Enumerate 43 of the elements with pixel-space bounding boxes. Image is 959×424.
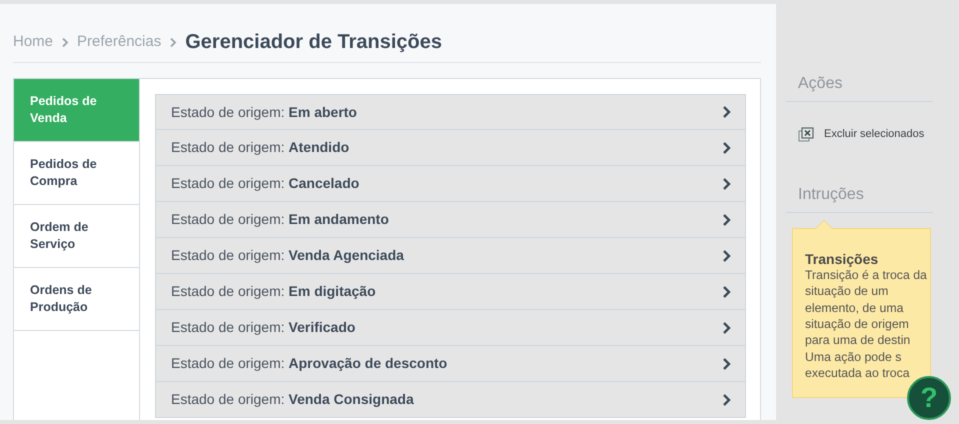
transition-row[interactable]: Estado de origem: Em andamento xyxy=(155,202,746,238)
row-label: Estado de origem: Venda Consignada xyxy=(171,390,414,409)
chevron-right-icon xyxy=(722,176,731,190)
delete-icon xyxy=(798,126,814,142)
transition-row[interactable]: Estado de origem: Aprovação de desconto xyxy=(155,346,746,382)
chevron-right-icon xyxy=(722,392,731,406)
row-label: Estado de origem: Em aberto xyxy=(171,102,357,122)
page-title: Gerenciador de Transições xyxy=(185,30,442,54)
transition-row[interactable]: Estado de origem: Cancelado xyxy=(155,166,746,202)
section-heading: Intruções xyxy=(786,142,933,213)
chevron-right-icon xyxy=(722,105,731,119)
chevron-right-icon xyxy=(722,212,731,226)
transition-row[interactable]: Estado de origem: Em digitação xyxy=(155,274,746,310)
row-label: Estado de origem: Em digitação xyxy=(171,282,376,301)
transition-row[interactable]: Estado de origem: Venda Agenciada xyxy=(155,238,746,274)
tooltip-text-line: para uma de destin xyxy=(805,332,910,349)
chevron-right-icon xyxy=(722,140,731,154)
transition-row[interactable]: Estado de origem: Venda Consignada xyxy=(155,382,746,418)
tooltip-text-line: situação de origem xyxy=(805,316,909,332)
row-label: Estado de origem: Venda Agenciada xyxy=(171,246,404,265)
tooltip-text-line: Uma ação pode s xyxy=(805,348,902,365)
delete-selected-link[interactable]: Excluir selecionados xyxy=(786,102,936,143)
row-label: Estado de origem: Atendido xyxy=(171,138,350,157)
transition-row[interactable]: Estado de origem: Em aberto xyxy=(155,94,746,130)
transition-row[interactable]: Estado de origem: Verificado xyxy=(155,310,746,346)
tooltip-title: Transições xyxy=(805,250,880,268)
chevron-right-icon xyxy=(722,356,731,370)
chevron-right-icon xyxy=(722,284,731,298)
tooltip-text-line: elemento, de uma xyxy=(805,300,904,316)
chevron-icon xyxy=(61,36,70,48)
chevron-icon xyxy=(169,36,178,48)
tooltip-text-line: situação de um xyxy=(805,283,888,300)
help-button[interactable]: ? xyxy=(907,376,951,420)
row-label: Estado de origem: Aprovação de desconto xyxy=(171,354,448,373)
chevron-right-icon xyxy=(722,320,731,334)
row-label: Estado de origem: Verificado xyxy=(171,318,356,337)
row-label: Estado de origem: Cancelado xyxy=(171,174,360,193)
section-heading: Ações xyxy=(786,4,933,102)
tooltip-text-line: executada ao troca xyxy=(805,364,910,382)
transition-row[interactable]: Estado de origem: Atendido xyxy=(155,130,746,166)
tooltip-text-line: Transição é a troca da xyxy=(805,267,927,284)
chevron-right-icon xyxy=(722,248,731,262)
row-label: Estado de origem: Em andamento xyxy=(171,210,389,229)
